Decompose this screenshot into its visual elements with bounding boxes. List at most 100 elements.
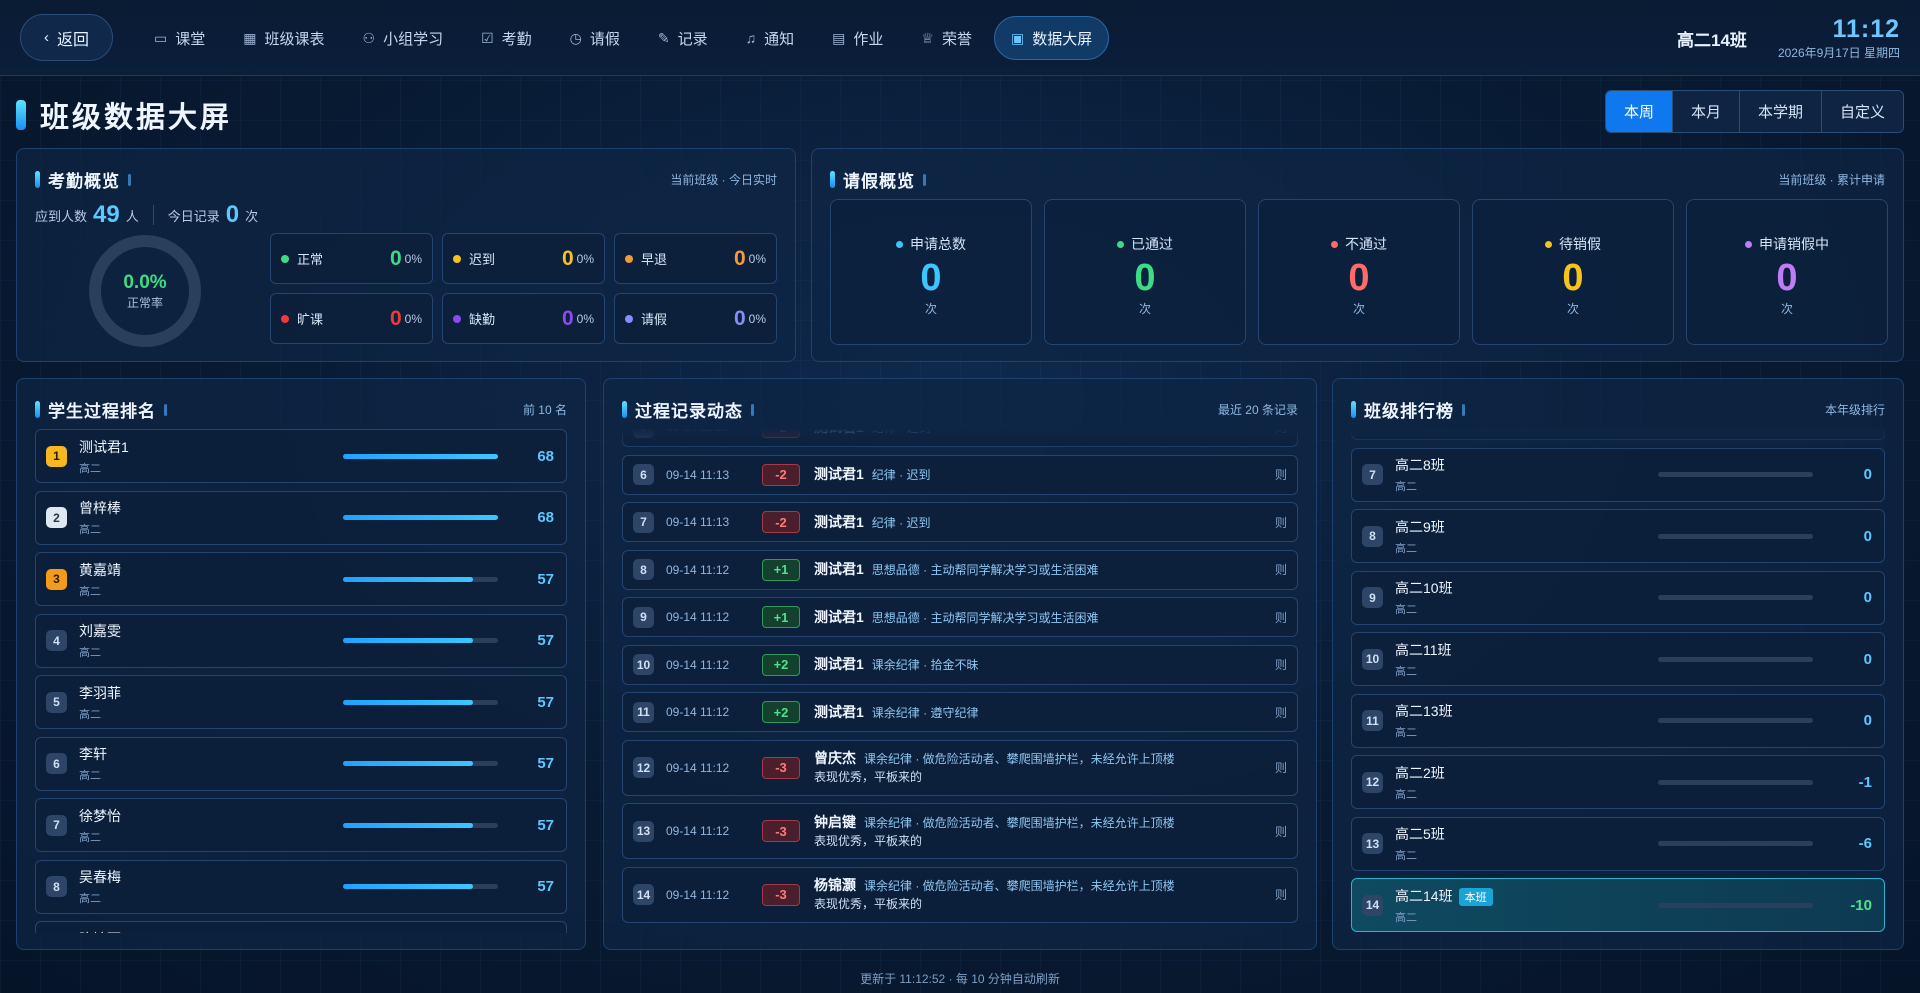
- student-name: 吴春梅: [79, 869, 121, 885]
- tab-classroom[interactable]: ▭ 课堂: [138, 16, 221, 60]
- class-rank-row[interactable]: 9 高二10班 高二 0: [1351, 570, 1885, 625]
- student-rank-row[interactable]: 7 徐梦怡 高二 57: [35, 798, 567, 852]
- student-grade: 高二: [79, 831, 101, 844]
- record-row[interactable]: 6 09-14 11:13 -2 测试君1 纪律 · 迟到 则: [622, 454, 1298, 495]
- tab-group[interactable]: ⚇ 小组学习: [347, 16, 460, 60]
- student-rank-row[interactable]: 8 吴春梅 高二 57: [35, 859, 567, 914]
- leave-card-unit: 次: [1780, 302, 1793, 316]
- score-delta-badge: +1: [762, 606, 800, 628]
- period-tab[interactable]: 本周: [1605, 91, 1672, 132]
- attendance-stat-card[interactable]: 请假 0 0%: [614, 293, 777, 344]
- tab-record[interactable]: ✎ 记录: [642, 16, 724, 60]
- records-list[interactable]: 509-14 11:13-2测试君1纪律 · 迟到则 609-14 11:13-2…: [622, 429, 1298, 933]
- student-rank-row[interactable]: 2 曾梓棒 高二 68: [35, 490, 567, 545]
- stat-label: 缺勤: [469, 312, 496, 327]
- clock: 11:12 2026年9月17日 星期四: [1778, 16, 1900, 61]
- attendance-stat-card[interactable]: 正常 0 0%: [270, 233, 433, 284]
- record-time: 09-14 11:12: [666, 887, 730, 902]
- student-grade: 高二: [79, 893, 101, 905]
- student-name: 陈锦丽: [79, 929, 219, 934]
- title-accent: [35, 401, 40, 418]
- record-student: 杨锦灏: [814, 877, 856, 893]
- attendance-stat-card[interactable]: 迟到 0 0%: [442, 233, 605, 284]
- class-rank-row[interactable]: 13 高二5班 高二 -6: [1351, 816, 1885, 871]
- period-tab[interactable]: 自定义: [1820, 91, 1903, 132]
- period-tab[interactable]: 本学期: [1738, 91, 1821, 132]
- class-grade: 高二: [1395, 788, 1417, 801]
- class-rank-row[interactable]: 11 高二13班 高二 0: [1351, 693, 1885, 748]
- record-body: 测试君1 课余纪律 · 遵守纪律: [814, 703, 1287, 722]
- rank-badge: 1: [46, 445, 67, 467]
- class-rank-panel: 班级排行榜 本年级排行 6高二高二07高二8班高二08高二9班高二09高二10班…: [1332, 378, 1904, 950]
- period-tab[interactable]: 本月: [1671, 91, 1739, 132]
- class-rank-row[interactable]: 12 高二2班 高二 -1: [1351, 755, 1885, 809]
- student-rank-row[interactable]: 3 黄嘉靖 高二 57: [35, 552, 567, 606]
- student-rank-row[interactable]: 4 刘嘉雯 高二 57: [35, 613, 567, 668]
- tab-label: 数据大屏: [1032, 30, 1093, 48]
- record-icon: ✎: [657, 29, 670, 46]
- record-row[interactable]: 14 09-14 11:12 -3 杨锦灏 课余纪律 · 做危险活动者、攀爬围墙护栏，未…: [622, 866, 1298, 923]
- status-dot: [281, 314, 289, 323]
- class-name-label: 高二9班: [1395, 517, 1535, 537]
- leave-card-label: 待销假: [1559, 236, 1601, 252]
- tab-trophy[interactable]: ♕ 荣誉: [905, 16, 988, 60]
- class-rank-row[interactable]: 7 高二8班 高二 0: [1351, 447, 1885, 502]
- leave-card-value: 0: [1776, 257, 1798, 299]
- class-rank-row[interactable]: 10 高二11班 高二 0: [1351, 632, 1885, 686]
- class-rank-row[interactable]: 6高二高二0: [1351, 429, 1885, 440]
- record-row[interactable]: 11 09-14 11:12 +2 测试君1 课余纪律 · 遵守纪律 则: [622, 692, 1298, 732]
- stat-label: 早退: [641, 252, 668, 267]
- tab-calendar[interactable]: ▦ 班级课表: [227, 16, 340, 60]
- student-score: 68: [537, 447, 554, 465]
- tab-checkin[interactable]: ☑ 考勤: [465, 16, 548, 60]
- leave-stat-card[interactable]: 已通过 0 次: [1044, 199, 1246, 345]
- student-info: 徐梦怡 高二: [79, 806, 219, 845]
- student-rank-row[interactable]: 9陈锦丽高二57: [35, 921, 567, 933]
- record-index: 5: [633, 429, 654, 438]
- record-reason: 课余纪律 · 做危险活动者、攀爬围墙护栏，未经允许上顶楼: [864, 815, 1175, 830]
- title-accent: [830, 171, 835, 188]
- leave-stat-card[interactable]: 不通过 0 次: [1258, 199, 1460, 345]
- record-row[interactable]: 5 09-14 11:13-2 测试君1 纪律 · 迟到 则: [622, 429, 1298, 447]
- records-header: 过程记录动态 最近 20 条记录: [622, 397, 1298, 422]
- student-rank-row[interactable]: 1 测试君1 高二 68: [35, 429, 567, 483]
- class-rank-title-text: 班级排行榜: [1364, 402, 1454, 421]
- class-name: 高二14班: [1677, 31, 1747, 50]
- back-button[interactable]: ‹ 返回: [20, 14, 113, 61]
- attendance-stat-card[interactable]: 早退 0 0%: [614, 233, 777, 284]
- score-bar: [343, 453, 498, 459]
- record-time: 09-14 11:12: [666, 760, 730, 775]
- tab-bell[interactable]: ♫ 通知: [730, 16, 811, 60]
- student-rank-row[interactable]: 5 李羽菲 高二 57: [35, 675, 567, 729]
- score-bar: [1658, 533, 1813, 539]
- leave-stat-card[interactable]: 待销假 0 次: [1472, 199, 1674, 345]
- class-rank-row[interactable]: 8 高二9班 高二 0: [1351, 509, 1885, 563]
- record-tail: 则: [1275, 429, 1287, 436]
- record-row[interactable]: 7 09-14 11:13 -2 测试君1 纪律 · 迟到 则: [622, 502, 1298, 542]
- attendance-stat-card[interactable]: 旷课 0 0%: [270, 293, 433, 344]
- record-row[interactable]: 8 09-14 11:12 +1 测试君1 思想品德 · 主动帮同学解决学习或生活困难 则: [622, 549, 1298, 590]
- record-line: 测试君1 思想品德 · 主动帮同学解决学习或生活困难: [814, 608, 1287, 627]
- record-row[interactable]: 9 09-14 11:12 +1 测试君1 思想品德 · 主动帮同学解决学习或生活困难 则: [622, 597, 1298, 637]
- tab-leave[interactable]: ◷ 请假: [554, 16, 636, 60]
- leave-stat-card[interactable]: 申请总数 0 次: [830, 199, 1032, 345]
- leave-card-value: 0: [1348, 257, 1370, 299]
- status-dot: [896, 240, 903, 248]
- class-rank-list[interactable]: 6高二高二0 7高二8班高二0 8高二9班高二0 9高二10班高二0 10高二11班高二…: [1351, 429, 1885, 933]
- class-rank-row[interactable]: 14 高二14班 本班 高二 -10: [1351, 878, 1885, 932]
- record-row[interactable]: 13 09-14 11:12 -3 钟启键 课余纪律 · 做危险活动者、攀爬围墙护栏，未…: [622, 803, 1298, 859]
- tab-homework[interactable]: ▤ 作业: [816, 16, 899, 60]
- student-rank-row[interactable]: 6 李轩 高二 57: [35, 736, 567, 791]
- student-rank-header: 学生过程排名 前 10 名: [35, 397, 567, 422]
- attendance-stat-card[interactable]: 缺勤 0 0%: [442, 293, 605, 344]
- tab-label: 请假: [589, 30, 620, 48]
- record-time: 09-14 11:12: [666, 657, 730, 672]
- record-row[interactable]: 12 09-14 11:12 -3 曾庆杰 课余纪律 · 做危险活动者、攀爬围墙护栏，未…: [622, 739, 1298, 796]
- student-rank-list[interactable]: 1 测试君1 高二 68 2 曾梓棒 高二 68 3 黄嘉靖 高二 57 4 刘嘉雯 高二 57 5 李羽菲 高二 5…: [35, 429, 567, 933]
- stat-value: 0: [561, 306, 574, 330]
- class-score: 0: [1863, 466, 1872, 483]
- tab-screen[interactable]: ▣ 数据大屏: [993, 16, 1110, 60]
- leave-stat-card[interactable]: 申请销假中 0 次: [1686, 199, 1888, 345]
- leave-header: 请假概览 当前班级 · 累计申请: [830, 167, 1885, 192]
- record-row[interactable]: 10 09-14 11:12 +2 测试君1 课余纪律 · 拾金不昧 则: [622, 644, 1298, 685]
